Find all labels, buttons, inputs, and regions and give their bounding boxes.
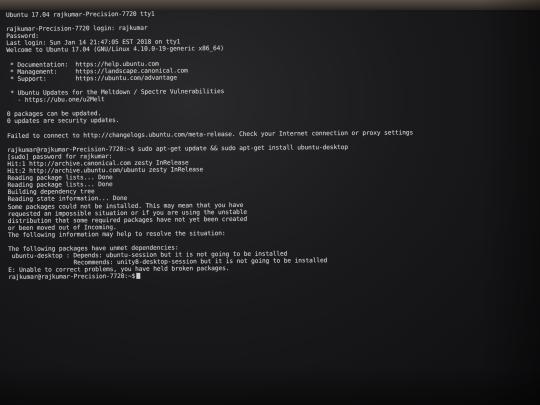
text-cursor [136, 273, 141, 280]
terminal-prompt: rajkumar@rajkumar-Precision-7720:~$ [8, 273, 136, 282]
screen-vignette-right [480, 0, 540, 405]
terminal-screen[interactable]: Ubuntu 17.04 rajkumar-Precision-7720 tty… [6, 8, 488, 282]
screen-vignette-bottom [0, 365, 540, 405]
